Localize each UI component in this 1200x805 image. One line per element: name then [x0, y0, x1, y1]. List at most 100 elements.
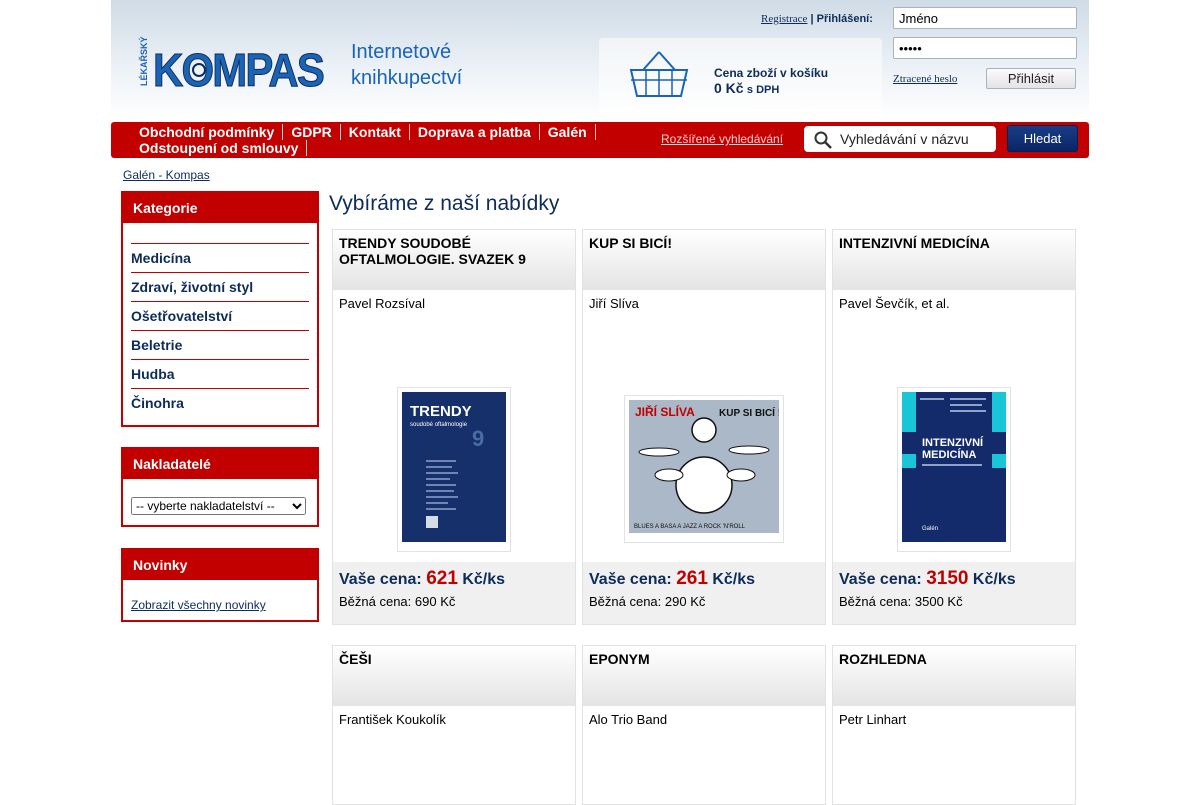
nav-item-odstoupeni[interactable]: Odstoupení od smlouvy — [139, 140, 308, 156]
forgot-password-link[interactable]: Ztracené heslo — [893, 73, 957, 85]
product-author: Pavel Ševčík, et al. — [839, 296, 950, 311]
account-links: Registrace | Přihlášení: — [761, 13, 873, 25]
category-list: Medicína Zdraví, životní styl Ošetřovate… — [123, 223, 317, 423]
price-unit: Kč/ks — [462, 571, 506, 588]
search-input[interactable] — [840, 130, 990, 148]
price-value: 621 — [426, 568, 458, 589]
product-price: Vaše cena: 621 Kč/ks Běžná cena: 690 Kč — [333, 562, 575, 624]
category-hudba[interactable]: Hudba — [131, 359, 309, 388]
category-medicina[interactable]: Medicína — [131, 243, 309, 272]
svg-text:BLUES A BASA A JAZZ A ROCK 'N': BLUES A BASA A JAZZ A ROCK 'N'ROLL — [634, 524, 746, 530]
category-osetrovatelstvi[interactable]: Ošetřovatelství — [131, 301, 309, 330]
product-title[interactable]: EPONYM — [583, 646, 825, 706]
all-news-link[interactable]: Zobrazit všechny novinky — [131, 598, 309, 612]
search-button[interactable]: Hledat — [1007, 125, 1078, 152]
product-author: Petr Linhart — [839, 712, 907, 727]
breadcrumb[interactable]: Galén - Kompas — [123, 168, 210, 182]
nav-item-obchodni-podminky[interactable]: Obchodní podmínky — [139, 124, 284, 140]
categories-title: Kategorie — [123, 193, 317, 223]
news-title: Novinky — [123, 550, 317, 580]
product-cover[interactable]: INTENZIVNÍ MEDICÍNA Galén — [897, 386, 1011, 552]
login-label: Přihlášení: — [816, 13, 873, 25]
product-title[interactable]: KUP SI BICÍ! — [583, 230, 825, 290]
slogan: Internetové knihkupectví — [351, 39, 462, 91]
regular-price: Běžná cena: 290 Kč — [589, 594, 706, 609]
slogan-line-1: Internetové — [351, 41, 452, 63]
svg-text:soudobé oftalmologie: soudobé oftalmologie — [410, 422, 468, 428]
product-title[interactable]: INTENZIVNÍ MEDICÍNA — [833, 230, 1075, 290]
product-price: Vaše cena: 3150 Kč/ks Běžná cena: 3500 K… — [833, 562, 1075, 624]
basket-label: Cena zboží v košíku — [714, 66, 829, 80]
product-image-area: JIŘÍ SLÍVA KUP SI BICÍ ! BLUES A BASA A … — [583, 376, 825, 562]
book-cover-image: INTENZIVNÍ MEDICÍNA Galén — [902, 391, 1006, 542]
category-cinohra[interactable]: Činohra — [131, 388, 309, 417]
nav-item-gdpr[interactable]: GDPR — [291, 124, 341, 140]
category-beletrie[interactable]: Beletrie — [131, 330, 309, 359]
basket-amount: 0 Kč — [714, 80, 744, 96]
advanced-search-link[interactable]: Rozšířené vyhledávání — [661, 132, 783, 146]
price-label: Vaše cena: — [339, 571, 422, 588]
product-card: EPONYM Alo Trio Band — [582, 645, 826, 805]
regular-price: Běžná cena: 690 Kč — [339, 594, 456, 609]
slogan-line-2: knihkupectví — [351, 67, 463, 89]
product-title[interactable]: ČEŠI — [333, 646, 575, 706]
product-image-area: TRENDY soudobé oftalmologie 9 — [333, 376, 575, 562]
nav-menu: Obchodní podmínky GDPR Kontakt Doprava a pl… — [139, 124, 639, 156]
price-unit: Kč/ks — [972, 571, 1016, 588]
basket-tax: s DPH — [746, 84, 780, 96]
product-card: ČEŠI František Koukolík — [332, 645, 576, 805]
news-box: Novinky Zobrazit všechny novinky — [121, 548, 319, 622]
page-title: Vybíráme z naší nabídky — [329, 192, 560, 215]
kompas-logo[interactable]: LÉKAŘSKÝ KOMPAS — [137, 36, 327, 96]
basket-icon — [629, 51, 689, 97]
categories-box: Kategorie Medicína Zdraví, životní styl … — [121, 191, 319, 427]
basket[interactable]: Cena zboží v košíku 0 Kč s DPH — [599, 38, 882, 118]
svg-text:TRENDY: TRENDY — [410, 403, 472, 420]
product-image-area: INTENZIVNÍ MEDICÍNA Galén — [833, 376, 1075, 562]
nav-item-kontakt[interactable]: Kontakt — [349, 124, 410, 140]
price-unit: Kč/ks — [712, 571, 756, 588]
product-card: ROZHLEDNA Petr Linhart — [832, 645, 1076, 805]
password-field[interactable] — [893, 37, 1077, 59]
svg-text:KOMPAS: KOMPAS — [153, 44, 323, 96]
svg-text:KUP SI BICÍ !: KUP SI BICÍ ! — [719, 406, 779, 419]
product-card: KUP SI BICÍ! Jiří Slíva JIŘÍ SLÍVA KUP S… — [582, 229, 826, 625]
price-value: 3150 — [926, 568, 969, 589]
publisher-select[interactable]: -- vyberte nakladatelství -- — [131, 497, 306, 515]
svg-text:Galén: Galén — [922, 526, 938, 532]
nav-item-doprava[interactable]: Doprava a platba — [418, 124, 540, 140]
price-value: 261 — [676, 568, 708, 589]
product-card: TRENDY SOUDOBÉ OFTALMOLOGIE. SVAZEK 9 Pa… — [332, 229, 576, 625]
username-field[interactable] — [893, 7, 1077, 29]
search-box — [804, 126, 996, 152]
category-zdravi[interactable]: Zdraví, životní styl — [131, 272, 309, 301]
page: LÉKAŘSKÝ KOMPAS Internetové knihkupectví… — [111, 0, 1089, 158]
product-author: František Koukolík — [339, 712, 446, 727]
svg-text:INTENZIVNÍ: INTENZIVNÍ — [922, 436, 984, 449]
login-button[interactable]: Přihlásit — [986, 68, 1076, 89]
register-link[interactable]: Registrace — [761, 13, 807, 25]
svg-text:JIŘÍ SLÍVA: JIŘÍ SLÍVA — [635, 404, 695, 419]
price-label: Vaše cena: — [839, 571, 922, 588]
book-cover-image: JIŘÍ SLÍVA KUP SI BICÍ ! BLUES A BASA A … — [629, 400, 781, 533]
svg-text:9: 9 — [472, 426, 484, 451]
product-cover[interactable]: JIŘÍ SLÍVA KUP SI BICÍ ! BLUES A BASA A … — [624, 395, 784, 543]
product-title[interactable]: TRENDY SOUDOBÉ OFTALMOLOGIE. SVAZEK 9 — [333, 230, 575, 290]
product-cover[interactable]: TRENDY soudobé oftalmologie 9 — [397, 386, 511, 552]
main-nav: Obchodní podmínky GDPR Kontakt Doprava a pl… — [111, 122, 1089, 158]
book-cover-image: TRENDY soudobé oftalmologie 9 — [402, 391, 506, 542]
header: LÉKAŘSKÝ KOMPAS Internetové knihkupectví… — [111, 0, 1089, 122]
basket-summary: Cena zboží v košíku 0 Kč s DPH — [714, 66, 828, 98]
publishers-title: Nakladatelé — [123, 449, 317, 479]
product-title[interactable]: ROZHLEDNA — [833, 646, 1075, 706]
publishers-box: Nakladatelé -- vyberte nakladatelství -- — [121, 447, 319, 527]
product-card: INTENZIVNÍ MEDICÍNA Pavel Ševčík, et al.… — [832, 229, 1076, 625]
price-label: Vaše cena: — [589, 571, 672, 588]
product-author: Jiří Slíva — [589, 296, 639, 311]
search-icon — [814, 131, 832, 149]
regular-price: Běžná cena: 3500 Kč — [839, 594, 963, 609]
separator: | — [810, 13, 814, 25]
svg-text:LÉKAŘSKÝ: LÉKAŘSKÝ — [138, 36, 149, 86]
product-author: Alo Trio Band — [589, 712, 668, 727]
nav-item-galen[interactable]: Galén — [548, 124, 596, 140]
